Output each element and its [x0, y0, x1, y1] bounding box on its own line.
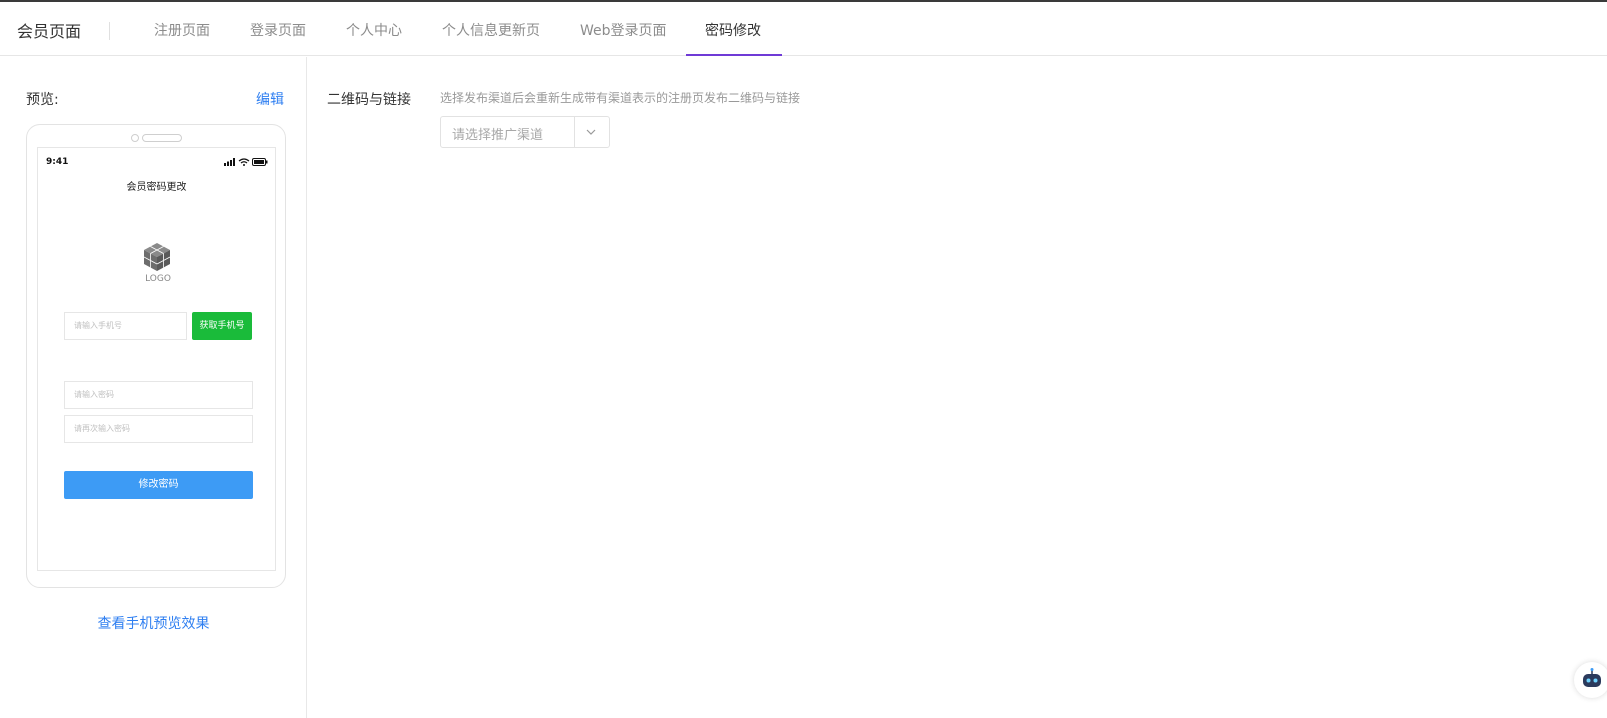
phone-camera	[131, 134, 139, 142]
qr-section-description: 选择发布渠道后会重新生成带有渠道表示的注册页发布二维码与链接	[440, 91, 801, 105]
edit-link[interactable]: 编辑	[256, 89, 284, 109]
channel-select-placeholder: 请选择推广渠道	[452, 128, 544, 143]
select-divider	[574, 117, 575, 147]
phone-number-input[interactable]: 请输入手机号	[64, 312, 187, 340]
phone-screen: 9:41 会员密码更改 LOGO 请输入手机号 获取手机号 请输入密码 请再次输…	[37, 147, 276, 571]
header-divider	[109, 22, 110, 40]
preview-label: 预览:	[26, 92, 59, 108]
tab-web-login[interactable]: Web登录页面	[580, 20, 667, 40]
logo-cube-icon	[143, 243, 171, 271]
robot-assistant-icon[interactable]	[1574, 662, 1607, 698]
logo-text: LOGO	[145, 274, 171, 284]
status-time: 9:41	[46, 157, 69, 167]
tab-password-change[interactable]: 密码修改	[705, 20, 761, 40]
password-input[interactable]: 请输入密码	[64, 381, 253, 409]
signal-icon	[224, 158, 235, 166]
confirm-password-input[interactable]: 请再次输入密码	[64, 415, 253, 443]
page-header: 会员页面 注册页面 登录页面 个人中心 个人信息更新页 Web登录页面 密码修改	[0, 2, 1607, 56]
screen-title: 会员密码更改	[126, 182, 187, 193]
change-password-button[interactable]: 修改密码	[64, 471, 253, 499]
battery-icon	[252, 158, 268, 166]
tab-personal-center[interactable]: 个人中心	[346, 20, 402, 40]
wifi-icon	[238, 158, 250, 166]
tab-profile-update[interactable]: 个人信息更新页	[442, 20, 540, 40]
qr-section-label: 二维码与链接	[327, 92, 411, 108]
tab-register-page[interactable]: 注册页面	[154, 20, 210, 40]
tab-login-page[interactable]: 登录页面	[250, 20, 306, 40]
active-tab-indicator	[686, 54, 782, 56]
get-phone-button[interactable]: 获取手机号	[192, 312, 252, 340]
view-phone-preview-link[interactable]: 查看手机预览效果	[0, 613, 307, 633]
phone-speaker	[142, 134, 182, 142]
channel-select[interactable]: 请选择推广渠道	[440, 116, 610, 148]
page-title: 会员页面	[17, 22, 82, 41]
chevron-down-icon	[586, 129, 596, 135]
status-icons	[224, 158, 268, 166]
preview-panel: 预览: 编辑 9:41 会员密码更改 LOGO 请输入手机号 获取手机号 请输入…	[0, 57, 307, 718]
phone-mockup: 9:41 会员密码更改 LOGO 请输入手机号 获取手机号 请输入密码 请再次输…	[26, 124, 286, 588]
